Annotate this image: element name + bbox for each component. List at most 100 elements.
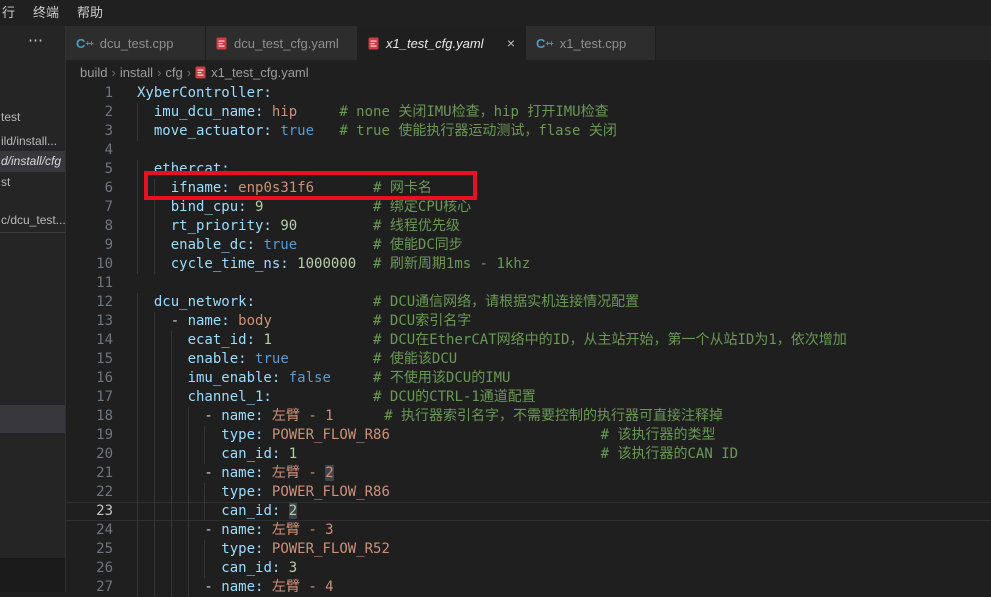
tab-label: x1_test.cpp (560, 36, 627, 51)
editor-tab-bar: C++dcu_test.cppdcu_test_cfg.yamlx1_test_… (66, 26, 991, 60)
code-line-text: rt_priority: 90 # 线程优先级 (137, 217, 991, 236)
code-token: # 线程优先级 (373, 218, 460, 234)
code-token: channel_1: (188, 389, 272, 405)
indent-guide (188, 426, 189, 445)
yaml-file-icon (216, 37, 227, 50)
indent-guide (137, 521, 138, 540)
code-line-7[interactable]: 7 bind_cpu: 9 # 绑定CPU核心 (66, 198, 991, 217)
indent-guide (171, 559, 172, 578)
sidebar-item-5[interactable]: c/dcu_test... (0, 210, 66, 231)
code-line-20[interactable]: 20 can_id: 1 # 该执行器的CAN ID (66, 445, 991, 464)
code-line-16[interactable]: 16 imu_enable: false # 不使用该DCU的IMU (66, 369, 991, 388)
indent-guide (154, 350, 155, 369)
code-token: 左臂 - 1 (272, 408, 334, 424)
menu-item-2[interactable]: 终端 (24, 0, 68, 26)
code-token: # 使能DC同步 (373, 237, 463, 253)
sidebar-item-4[interactable]: st (0, 172, 66, 193)
code-line-15[interactable]: 15 enable: true # 使能该DCU (66, 350, 991, 369)
code-line-4[interactable]: 4 (66, 141, 991, 160)
more-actions-icon[interactable]: ⋯ (28, 31, 44, 49)
code-token (137, 351, 188, 367)
code-line-3[interactable]: 3 move_actuator: true # true 使能执行器运动测试，f… (66, 122, 991, 141)
indent-guide (188, 502, 189, 521)
sidebar-selection-bar[interactable] (0, 405, 66, 433)
indent-guide (154, 369, 155, 388)
code-line-25[interactable]: 25 type: POWER_FLOW_R52 (66, 540, 991, 559)
code-line-17[interactable]: 17 channel_1: # DCU的CTRL-1通道配置 (66, 388, 991, 407)
code-token (247, 351, 255, 367)
code-line-21[interactable]: 21 - name: 左臂 - 2 (66, 464, 991, 483)
code-token: name: (221, 522, 263, 538)
code-line-14[interactable]: 14 ecat_id: 1 # DCU在EtherCAT网络中的ID，从主站开始… (66, 331, 991, 350)
menu-item-3[interactable]: 帮助 (68, 0, 112, 26)
breadcrumb-segment-cfg[interactable]: cfg (165, 65, 182, 80)
code-token: body (238, 313, 272, 329)
tab-dcu_test.cpp[interactable]: C++dcu_test.cpp (66, 26, 206, 60)
code-token (297, 237, 373, 253)
code-token (263, 408, 271, 424)
menu-item-1[interactable]: 行 (0, 0, 24, 26)
code-token (263, 199, 373, 215)
indent-guide (154, 236, 155, 255)
code-line-5[interactable]: 5 ethercat: (66, 160, 991, 179)
code-line-22[interactable]: 22 type: POWER_FLOW_R86 (66, 483, 991, 502)
sidebar-item-2[interactable]: ild/install... (0, 131, 66, 152)
tab-dcu_test_cfg.yaml[interactable]: dcu_test_cfg.yaml (206, 26, 358, 60)
yaml-file-icon (195, 66, 206, 79)
tab-x1_test.cpp[interactable]: C++ x1_test.cpp (526, 26, 656, 60)
cpp-file-icon: C++ (536, 36, 553, 51)
code-line-23[interactable]: 23 can_id: 2 (66, 502, 991, 521)
code-token (272, 332, 373, 348)
code-line-24[interactable]: 24 - name: 左臂 - 3 (66, 521, 991, 540)
code-line-19[interactable]: 19 type: POWER_FLOW_R86 # 该执行器的类型 (66, 426, 991, 445)
indent-guide (171, 445, 172, 464)
line-number: 11 (66, 274, 113, 293)
tab-x1_test_cfg.yaml[interactable]: x1_test_cfg.yaml× (358, 26, 526, 60)
code-line-8[interactable]: 8 rt_priority: 90 # 线程优先级 (66, 217, 991, 236)
code-line-text: cycle_time_ns: 1000000 # 刷新周期1ms - 1khz (137, 255, 991, 274)
chevron-right-icon: › (187, 65, 191, 80)
code-line-9[interactable]: 9 enable_dc: true # 使能DC同步 (66, 236, 991, 255)
code-editor[interactable]: 1 XyberController: 2 imu_dcu_name: hip # n… (66, 84, 991, 592)
code-token: XyberController: (137, 85, 272, 101)
indent-guide (154, 312, 155, 331)
code-line-11[interactable]: 11 (66, 274, 991, 293)
code-line-6[interactable]: 6 ifname: enp0s31f6 # 网卡名 (66, 179, 991, 198)
indent-guide (171, 407, 172, 426)
indent-guide (188, 483, 189, 502)
code-line-13[interactable]: 13 - name: body # DCU索引名字 (66, 312, 991, 331)
code-token: ecat_id: (188, 332, 255, 348)
code-token (280, 503, 288, 519)
code-line-26[interactable]: 26 can_id: 3 (66, 559, 991, 578)
code-token: 2 (289, 503, 297, 519)
code-line-12[interactable]: 12 dcu_network: # DCU通信网络，请根据实机连接情况配置 (66, 293, 991, 312)
indent-guide (154, 388, 155, 407)
sidebar-item-1[interactable]: test (0, 107, 66, 128)
code-token (280, 446, 288, 462)
indent-guide (137, 464, 138, 483)
code-token (314, 123, 339, 139)
close-icon[interactable]: × (507, 35, 515, 51)
breadcrumb-file[interactable]: x1_test_cfg.yaml (195, 65, 309, 80)
breadcrumb-segment-install[interactable]: install (120, 65, 153, 80)
code-token (263, 541, 271, 557)
indent-guide (154, 578, 155, 597)
code-line-text: dcu_network: # DCU通信网络，请根据实机连接情况配置 (137, 293, 991, 312)
code-token: dcu_network: (154, 294, 255, 310)
breadcrumb-segment-build[interactable]: build (80, 65, 107, 80)
code-token (137, 104, 154, 120)
sidebar-item-3[interactable]: d/install/cfg (0, 151, 66, 172)
code-token (137, 332, 188, 348)
line-number: 27 (66, 578, 113, 597)
line-number: 3 (66, 122, 113, 141)
code-line-2[interactable]: 2 imu_dcu_name: hip # none 关闭IMU检查，hip 打… (66, 103, 991, 122)
code-line-10[interactable]: 10 cycle_time_ns: 1000000 # 刷新周期1ms - 1k… (66, 255, 991, 274)
line-number: 1 (66, 84, 113, 103)
code-line-1[interactable]: 1 XyberController: (66, 84, 991, 103)
code-line-27[interactable]: 27 - name: 左臂 - 4 (66, 578, 991, 597)
code-token: 1 (289, 446, 297, 462)
code-line-text: can_id: 3 (137, 559, 991, 578)
code-line-18[interactable]: 18 - name: 左臂 - 1 # 执行器索引名字，不需要控制的执行器可直接… (66, 407, 991, 426)
indent-guide (188, 407, 189, 426)
indent-guide (137, 331, 138, 350)
